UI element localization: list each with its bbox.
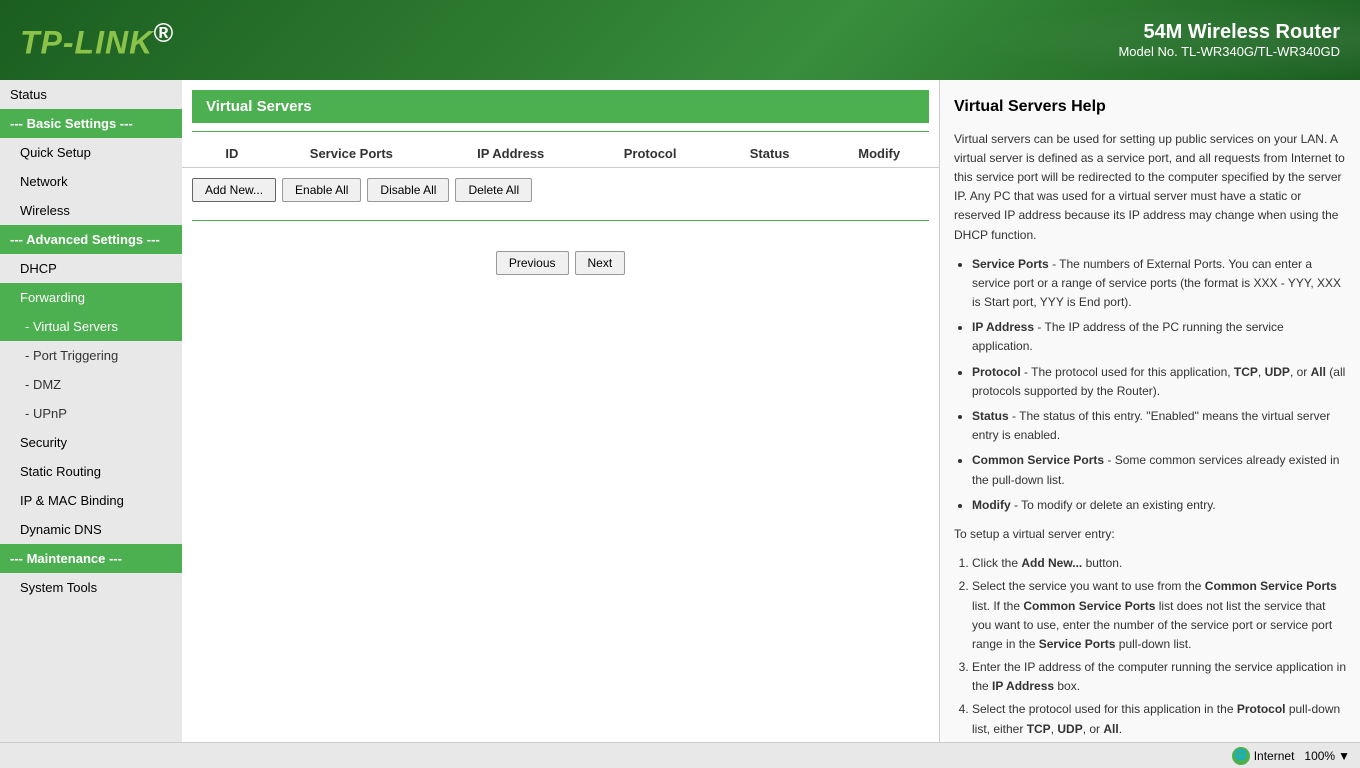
bullet-desc-protocol: - The protocol used for this application… — [972, 365, 1345, 398]
help-step-1: Click the Add New... button. — [972, 554, 1346, 573]
help-step-2: Select the service you want to use from … — [972, 577, 1346, 654]
help-step-3: Enter the IP address of the computer run… — [972, 658, 1346, 696]
help-steps: Click the Add New... button. Select the … — [972, 554, 1346, 742]
col-header-ip: IP Address — [431, 146, 590, 161]
sidebar-item-security[interactable]: Security — [0, 428, 182, 457]
divider-bottom — [192, 220, 929, 221]
col-header-modify: Modify — [829, 146, 929, 161]
sidebar-item-dynamic-dns[interactable]: Dynamic DNS — [0, 515, 182, 544]
sidebar-section-basic: --- Basic Settings --- — [0, 109, 182, 138]
bullet-term-common: Common Service Ports — [972, 453, 1104, 467]
help-panel: Virtual Servers Help Virtual servers can… — [940, 80, 1360, 742]
help-intro: Virtual servers can be used for setting … — [954, 130, 1346, 245]
col-header-service: Service Ports — [272, 146, 431, 161]
previous-button[interactable]: Previous — [496, 251, 569, 275]
sidebar-item-virtual-servers[interactable]: - Virtual Servers — [0, 312, 182, 341]
page-title: Virtual Servers — [192, 90, 929, 123]
internet-label: Internet — [1254, 749, 1295, 763]
sidebar-item-port-triggering[interactable]: - Port Triggering — [0, 341, 182, 370]
zoom-label: 100% — [1304, 749, 1335, 763]
sidebar-item-dhcp[interactable]: DHCP — [0, 254, 182, 283]
main-layout: Status --- Basic Settings --- Quick Setu… — [0, 80, 1360, 742]
header: TP-LINK® 54M Wireless Router Model No. T… — [0, 0, 1360, 80]
bullet-term-status: Status — [972, 409, 1009, 423]
divider-top — [192, 131, 929, 132]
bullet-desc-status: - The status of this entry. "Enabled" me… — [972, 409, 1330, 442]
sidebar-item-system-tools[interactable]: System Tools — [0, 573, 182, 602]
nav-buttons: Previous Next — [182, 241, 939, 285]
help-bullet-protocol: Protocol - The protocol used for this ap… — [972, 363, 1346, 401]
bullet-term-service-ports: Service Ports — [972, 257, 1049, 271]
help-bullet-ip-address: IP Address - The IP address of the PC ru… — [972, 318, 1346, 356]
statusbar-internet: 🌐 Internet — [1232, 747, 1295, 765]
table-header: ID Service Ports IP Address Protocol Sta… — [182, 140, 939, 168]
header-model: 54M Wireless Router Model No. TL-WR340G/… — [1118, 21, 1340, 59]
action-buttons: Add New... Enable All Disable All Delete… — [182, 168, 939, 212]
logo-text: TP-LINK — [20, 25, 153, 61]
sidebar: Status --- Basic Settings --- Quick Setu… — [0, 80, 182, 742]
bullet-term-ip: IP Address — [972, 320, 1034, 334]
help-setup-title: To setup a virtual server entry: — [954, 525, 1346, 544]
sidebar-section-advanced: --- Advanced Settings --- — [0, 225, 182, 254]
sidebar-item-dmz[interactable]: - DMZ — [0, 370, 182, 399]
sidebar-item-quick-setup[interactable]: Quick Setup — [0, 138, 182, 167]
globe-icon: 🌐 — [1232, 747, 1250, 765]
bullet-desc-modify: - To modify or delete an existing entry. — [1014, 498, 1216, 512]
col-header-id: ID — [192, 146, 272, 161]
model-title: 54M Wireless Router — [1118, 21, 1340, 44]
sidebar-item-wireless[interactable]: Wireless — [0, 196, 182, 225]
disable-all-button[interactable]: Disable All — [367, 178, 449, 202]
col-header-status: Status — [710, 146, 830, 161]
help-bullets: Service Ports - The numbers of External … — [972, 255, 1346, 515]
sidebar-item-ip-mac-binding[interactable]: IP & MAC Binding — [0, 486, 182, 515]
zoom-control[interactable]: 100% ▼ — [1304, 749, 1350, 763]
sidebar-section-maintenance: --- Maintenance --- — [0, 544, 182, 573]
logo-tm: ® — [153, 18, 174, 48]
main-panel: Virtual Servers ID Service Ports IP Addr… — [182, 80, 940, 742]
bullet-term-protocol: Protocol — [972, 365, 1021, 379]
bullet-term-modify: Modify — [972, 498, 1011, 512]
zoom-dropdown-icon[interactable]: ▼ — [1338, 749, 1350, 763]
sidebar-item-static-routing[interactable]: Static Routing — [0, 457, 182, 486]
help-step-4: Select the protocol used for this applic… — [972, 700, 1346, 738]
sidebar-item-status[interactable]: Status — [0, 80, 182, 109]
content-area: Virtual Servers ID Service Ports IP Addr… — [182, 80, 1360, 742]
help-bullet-status: Status - The status of this entry. "Enab… — [972, 407, 1346, 445]
model-num: Model No. TL-WR340G/TL-WR340GD — [1118, 44, 1340, 59]
sidebar-item-network[interactable]: Network — [0, 167, 182, 196]
next-button[interactable]: Next — [575, 251, 626, 275]
statusbar: 🌐 Internet 100% ▼ — [0, 742, 1360, 768]
col-header-protocol: Protocol — [590, 146, 710, 161]
sidebar-item-forwarding[interactable]: Forwarding — [0, 283, 182, 312]
logo: TP-LINK® — [20, 18, 174, 62]
help-title: Virtual Servers Help — [954, 94, 1346, 120]
enable-all-button[interactable]: Enable All — [282, 178, 361, 202]
delete-all-button[interactable]: Delete All — [455, 178, 532, 202]
add-new-button[interactable]: Add New... — [192, 178, 276, 202]
sidebar-item-upnp[interactable]: - UPnP — [0, 399, 182, 428]
help-bullet-common-service: Common Service Ports - Some common servi… — [972, 451, 1346, 489]
help-bullet-service-ports: Service Ports - The numbers of External … — [972, 255, 1346, 313]
help-bullet-modify: Modify - To modify or delete an existing… — [972, 496, 1346, 515]
